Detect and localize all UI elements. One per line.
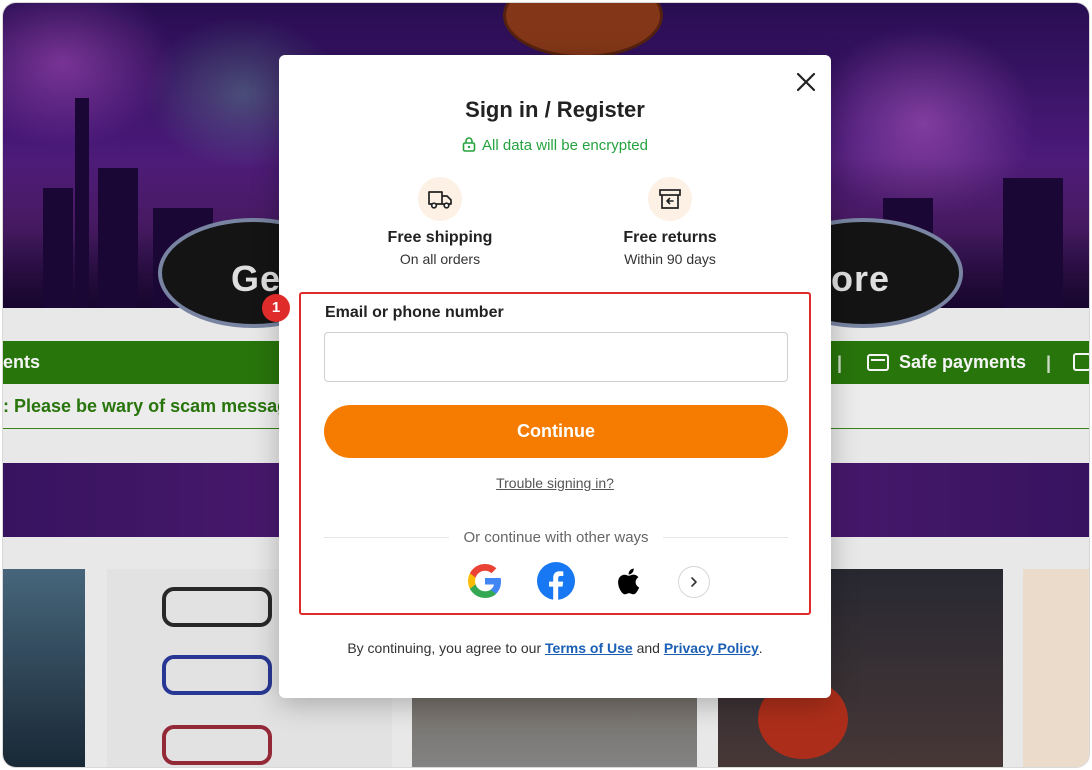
perk-title: Free returns <box>623 229 717 246</box>
email-field[interactable] <box>324 332 788 382</box>
perk-free-shipping: Free shipping On all orders <box>355 177 525 267</box>
perk-title: Free shipping <box>387 229 493 246</box>
google-icon <box>468 564 501 598</box>
continue-button[interactable]: Continue <box>324 405 788 458</box>
divider-line <box>324 536 450 538</box>
divider-line <box>662 536 788 538</box>
step-badge: 1 <box>262 294 290 322</box>
perk-subtitle: Within 90 days <box>624 251 716 267</box>
apple-sign-in-button[interactable] <box>608 561 648 601</box>
or-divider: Or continue with other ways <box>324 527 788 547</box>
encrypt-text: All data will be encrypted <box>482 137 648 154</box>
terms-of-use-link[interactable]: Terms of Use <box>545 640 633 656</box>
terms-prefix: By continuing, you agree to our <box>347 640 546 656</box>
terms-suffix: . <box>758 640 763 656</box>
trouble-signing-in-link[interactable]: Trouble signing in? <box>279 475 831 491</box>
truck-icon <box>428 191 452 209</box>
chevron-right-icon <box>691 577 697 587</box>
terms-text: By continuing, you agree to our Terms of… <box>279 640 831 656</box>
facebook-icon <box>537 562 575 600</box>
encrypt-note: All data will be encrypted <box>279 137 831 154</box>
google-sign-in-button[interactable] <box>465 561 505 601</box>
return-box-icon <box>659 189 681 209</box>
modal-title: Sign in / Register <box>465 97 645 122</box>
perk-free-returns: Free returns Within 90 days <box>585 177 755 267</box>
facebook-sign-in-button[interactable] <box>536 561 576 601</box>
more-sign-in-options-button[interactable] <box>678 566 710 598</box>
apple-icon <box>618 568 640 595</box>
or-text: Or continue with other ways <box>463 528 649 546</box>
close-button[interactable] <box>794 70 818 94</box>
privacy-policy-link[interactable]: Privacy Policy <box>664 640 759 656</box>
perk-subtitle: On all orders <box>399 251 481 267</box>
sign-in-modal: Sign in / Register All data will be encr… <box>262 55 831 698</box>
lock-icon <box>462 137 476 152</box>
close-icon <box>796 72 816 92</box>
browser-frame: Get ore ents | Safe payments | : Please … <box>2 2 1090 768</box>
terms-and: and <box>632 640 664 656</box>
email-label: Email or phone number <box>325 304 504 321</box>
